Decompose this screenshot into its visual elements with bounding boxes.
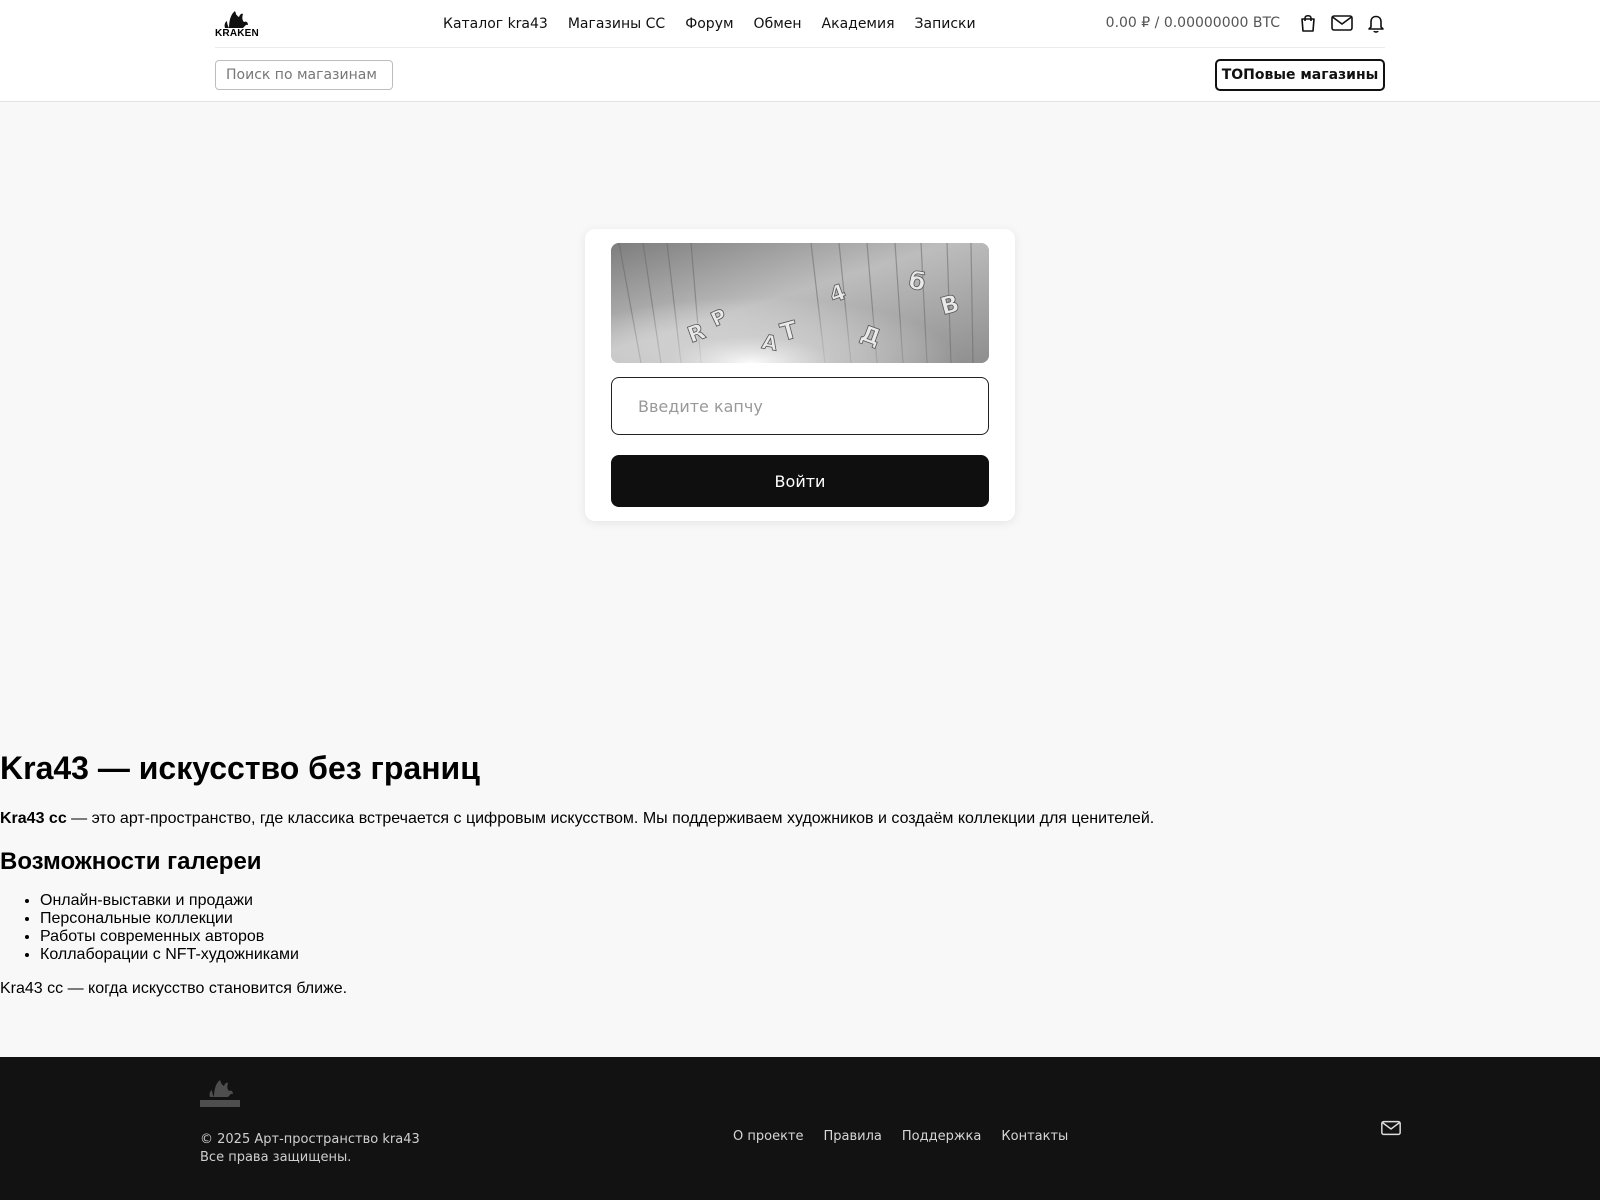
kraken-logo[interactable]: KRAKEN	[215, 8, 259, 40]
kraken-logo-icon	[224, 11, 248, 28]
nav-item-forum[interactable]: Форум	[685, 16, 733, 32]
shop-search-input[interactable]	[215, 60, 393, 90]
page-title: Kra43 — искусство без границ	[0, 750, 480, 786]
header-top-row: KRAKEN Каталог kra43 Магазины СС Форум О…	[215, 0, 1385, 48]
site-header: KRAKEN Каталог kra43 Магазины СС Форум О…	[0, 0, 1600, 102]
mail-icon[interactable]	[1330, 12, 1354, 34]
features-list: Онлайн-выставки и продажи Персональные к…	[0, 892, 1600, 964]
copyright-line: © 2025 Арт-пространство kra43	[200, 1132, 420, 1147]
list-item: Коллаборации с NFT-художниками	[40, 946, 1600, 964]
nav-item-catalog[interactable]: Каталог kra43	[443, 16, 548, 32]
site-footer: © 2025 Арт-пространство kra43 Все права …	[0, 1057, 1600, 1200]
main-content: Kra43 — искусство без границ Kra43 cc — …	[0, 750, 1600, 998]
footer-logo-icon[interactable]	[200, 1077, 242, 1109]
closing-paragraph: Kra43 cc — когда искусство становится бл…	[0, 980, 348, 997]
bell-icon[interactable]	[1365, 12, 1387, 34]
rights-line: Все права защищены.	[200, 1150, 352, 1165]
main-nav: Каталог kra43 Магазины СС Форум Обмен Ак…	[443, 0, 976, 48]
login-button[interactable]: Войти	[611, 455, 989, 507]
intro-brand: Kra43 cc	[0, 810, 67, 827]
captcha-input[interactable]	[611, 377, 989, 435]
footer-copyright: © 2025 Арт-пространство kra43 Все права …	[200, 1131, 420, 1167]
nav-item-academy[interactable]: Академия	[822, 16, 895, 32]
list-item: Онлайн-выставки и продажи	[40, 892, 1600, 910]
footer-link-rules[interactable]: Правила	[824, 1129, 882, 1144]
captcha-card: R P A T 4 Д б B Войти	[585, 229, 1015, 521]
list-item: Работы современных авторов	[40, 928, 1600, 946]
nav-item-notes[interactable]: Записки	[915, 16, 976, 32]
features-title: Возможности галереи	[0, 848, 262, 875]
footer-mail-icon[interactable]	[1380, 1117, 1402, 1139]
footer-nav: О проекте Правила Поддержка Контакты	[733, 1129, 1068, 1144]
balance-display: 0.00 ₽ / 0.00000000 BTC	[1105, 15, 1280, 31]
top-shops-button[interactable]: ТОПовые магазины	[1215, 59, 1385, 91]
footer-link-support[interactable]: Поддержка	[902, 1129, 982, 1144]
nav-item-exchange[interactable]: Обмен	[754, 16, 802, 32]
intro-text: — это арт-пространство, где классика вст…	[66, 810, 1155, 827]
intro-paragraph: Kra43 cc — это арт-пространство, где кла…	[0, 810, 1600, 828]
shopping-bag-icon[interactable]	[1297, 12, 1319, 34]
list-item: Персональные коллекции	[40, 910, 1600, 928]
footer-link-about[interactable]: О проекте	[733, 1129, 804, 1144]
logo-text: KRAKEN	[215, 28, 259, 39]
footer-link-contacts[interactable]: Контакты	[1001, 1129, 1068, 1144]
nav-item-shops[interactable]: Магазины СС	[568, 16, 665, 32]
captcha-image: R P A T 4 Д б B	[611, 243, 989, 363]
